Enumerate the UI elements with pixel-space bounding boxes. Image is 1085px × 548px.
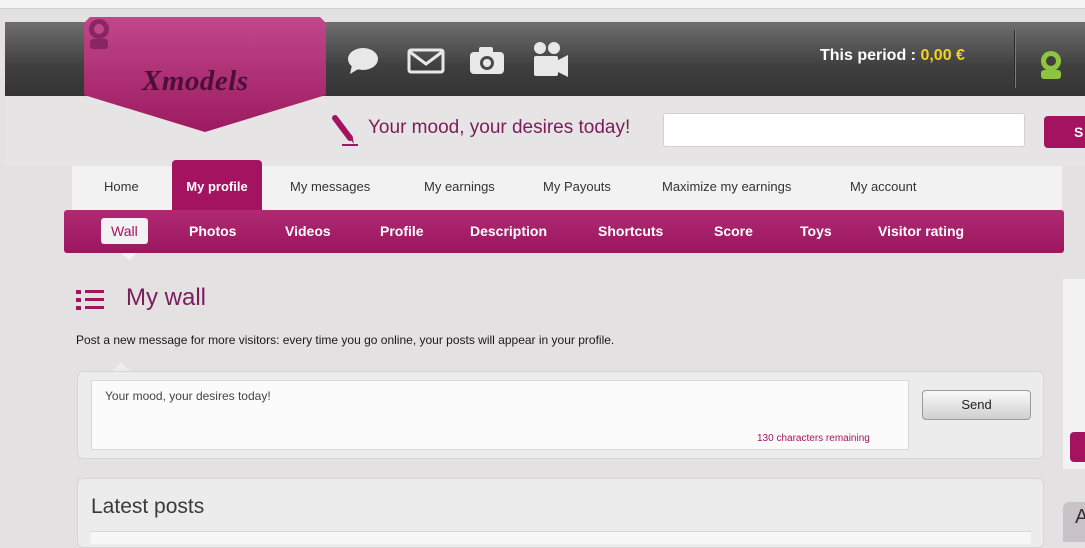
header-divider <box>1014 30 1015 88</box>
period-earnings: This period : 0,00 € <box>820 47 965 65</box>
main-tab-bar: Home My profile My messages My earnings … <box>72 160 1062 212</box>
logo-person-icon <box>89 19 109 49</box>
mood-submit-button[interactable]: S <box>1044 116 1085 148</box>
active-subtab-pointer <box>121 253 137 260</box>
page-title: My wall <box>126 284 207 311</box>
tab-maximize-earnings[interactable]: Maximize my earnings <box>662 166 791 210</box>
subtab-toys[interactable]: Toys <box>800 210 832 253</box>
subtab-visitor-rating[interactable]: Visitor rating <box>878 210 964 253</box>
tab-my-earnings[interactable]: My earnings <box>424 166 495 210</box>
tab-home[interactable]: Home <box>104 166 139 210</box>
subtab-wall[interactable]: Wall <box>101 218 148 244</box>
envelope-icon[interactable] <box>407 48 445 74</box>
browser-top-strip <box>0 0 1085 9</box>
side-box-letter: A <box>1075 506 1085 528</box>
user-avatar-icon[interactable] <box>1038 50 1064 80</box>
list-icon <box>76 290 104 310</box>
period-value: 0,00 € <box>920 47 965 64</box>
post-panel-pointer <box>112 362 130 371</box>
mood-input[interactable] <box>663 113 1025 147</box>
subtab-videos[interactable]: Videos <box>285 210 331 253</box>
subtab-profile[interactable]: Profile <box>380 210 424 253</box>
camera-icon[interactable] <box>468 44 506 76</box>
subtab-photos[interactable]: Photos <box>189 210 236 253</box>
logo-text: Xmodels <box>142 65 249 97</box>
subtab-description[interactable]: Description <box>470 210 547 253</box>
send-button[interactable]: Send <box>922 390 1031 420</box>
side-action-button[interactable] <box>1070 432 1085 462</box>
wall-description: Post a new message for more visitors: ev… <box>76 333 615 347</box>
tab-my-payouts[interactable]: My Payouts <box>543 166 611 210</box>
tab-my-messages[interactable]: My messages <box>290 166 370 210</box>
chat-bubble-icon[interactable] <box>346 45 380 75</box>
tab-my-account[interactable]: My account <box>850 166 916 210</box>
mood-label: Your mood, your desires today! <box>368 117 631 138</box>
characters-remaining: 130 characters remaining <box>757 433 870 444</box>
tab-my-profile[interactable]: My profile <box>172 160 262 212</box>
period-label: This period : <box>820 47 921 64</box>
post-placeholder: Your mood, your desires today! <box>105 389 271 403</box>
latest-posts-title: Latest posts <box>91 495 205 518</box>
subtab-shortcuts[interactable]: Shortcuts <box>598 210 663 253</box>
site-logo[interactable]: Xmodels <box>84 17 326 132</box>
profile-sub-menu: Wall Photos Videos Profile Description S… <box>64 210 1064 253</box>
subtab-score[interactable]: Score <box>714 210 753 253</box>
latest-posts-list <box>91 531 1031 544</box>
pencil-icon <box>332 115 358 146</box>
video-camera-icon[interactable] <box>530 40 570 80</box>
